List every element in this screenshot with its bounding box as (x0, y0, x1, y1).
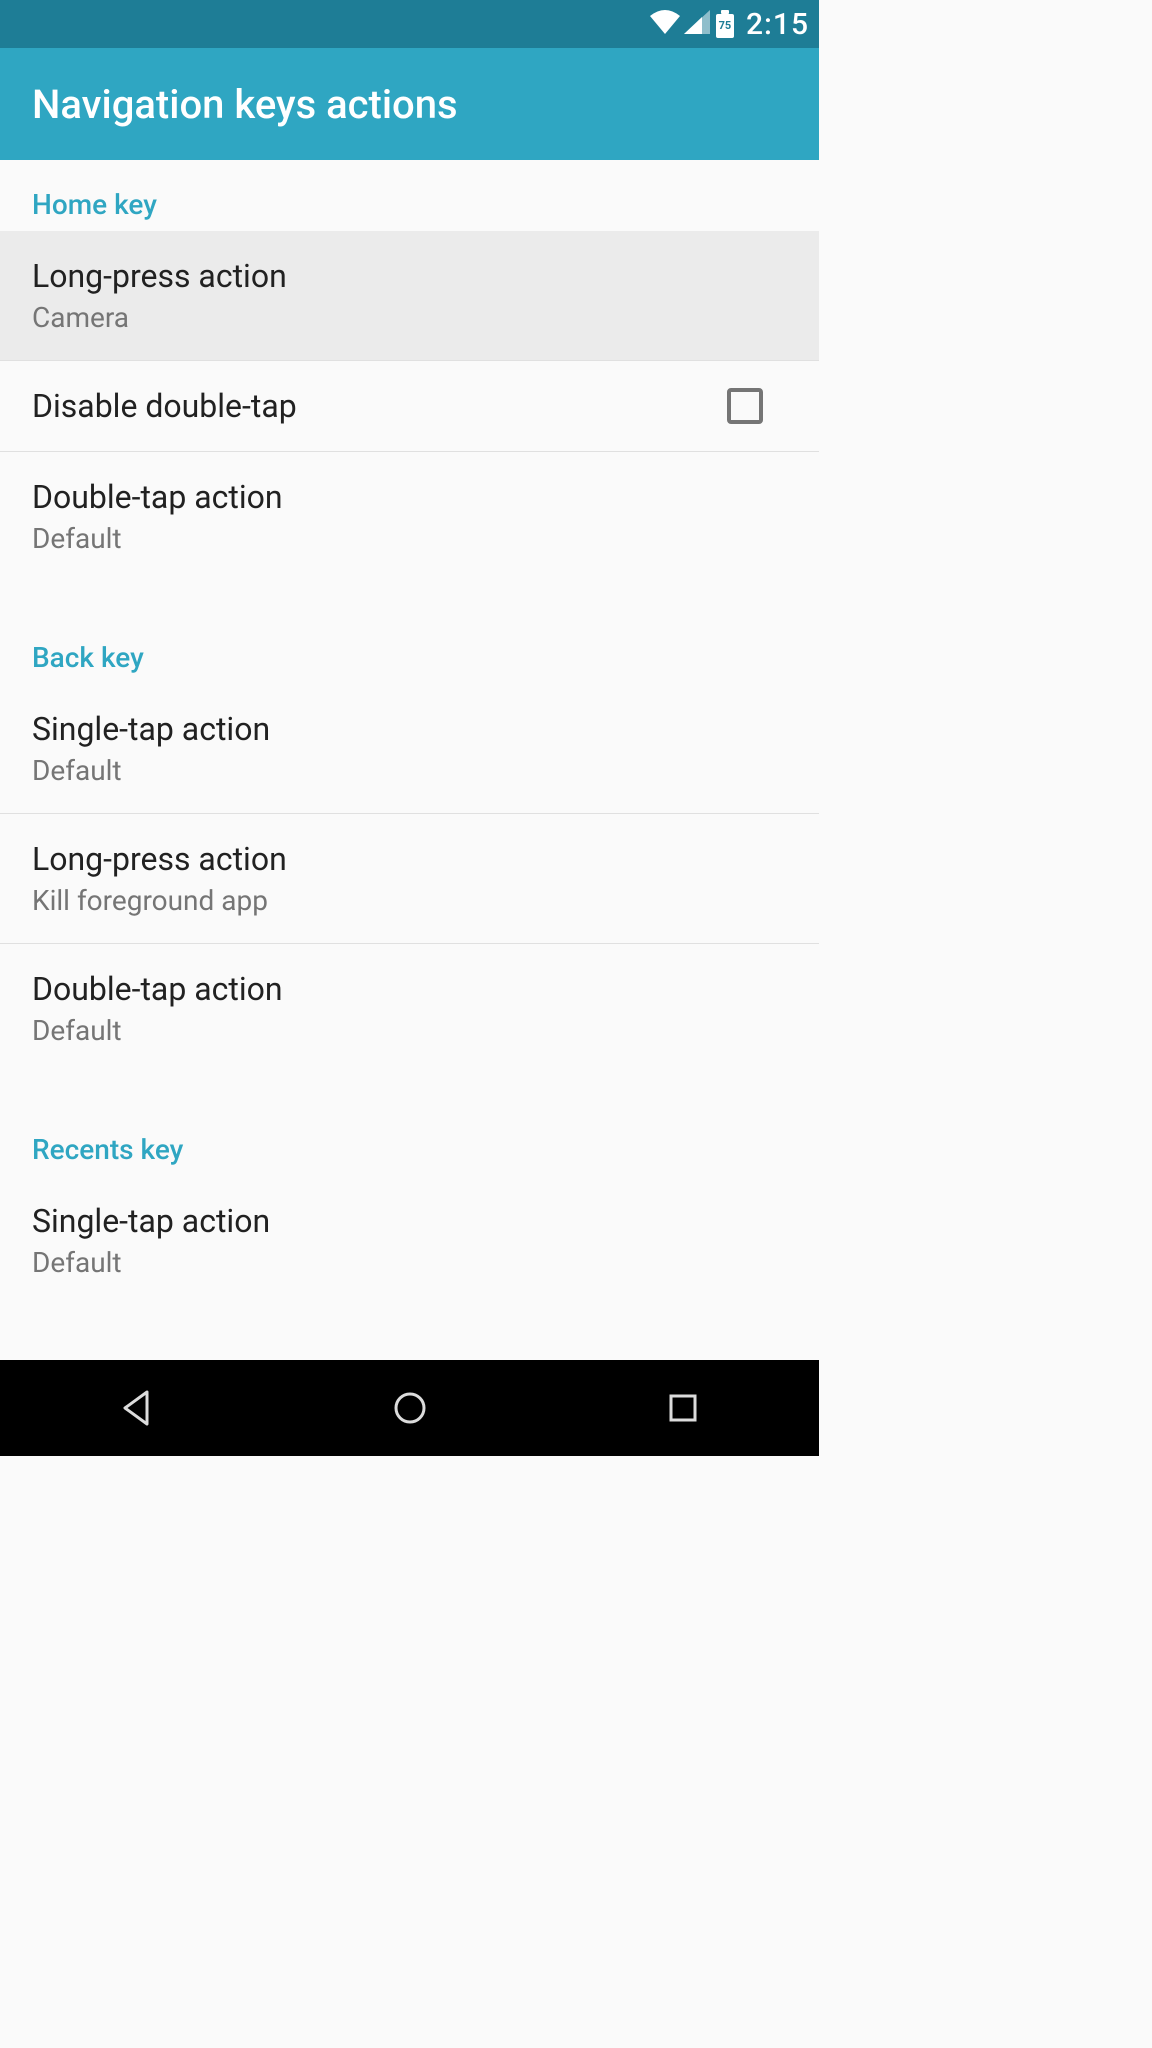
home-disable-doubletap-row[interactable]: Disable double-tap (0, 361, 819, 452)
back-longpress-value: Kill foreground app (32, 884, 287, 917)
status-time: 2:15 (746, 7, 809, 42)
back-doubletap-value: Default (32, 1014, 283, 1047)
nav-home-button[interactable] (386, 1384, 434, 1432)
section-header-back: Back key (0, 613, 819, 684)
home-longpress-value: Camera (32, 301, 287, 334)
app-bar: Navigation keys actions (0, 48, 819, 160)
home-longpress-title: Long-press action (32, 257, 287, 295)
back-singletap-row[interactable]: Single-tap action Default (0, 684, 819, 814)
recents-singletap-row[interactable]: Single-tap action Default (0, 1176, 819, 1305)
status-bar: 75 2:15 (0, 0, 819, 48)
cell-icon (684, 10, 710, 38)
section-header-home: Home key (0, 160, 819, 231)
battery-icon: 75 (714, 10, 736, 38)
home-doubletap-row[interactable]: Double-tap action Default (0, 452, 819, 581)
back-singletap-title: Single-tap action (32, 710, 270, 748)
recents-singletap-value: Default (32, 1246, 270, 1279)
home-longpress-row[interactable]: Long-press action Camera (0, 231, 819, 361)
nav-back-button[interactable] (113, 1384, 161, 1432)
back-doubletap-title: Double-tap action (32, 970, 283, 1008)
back-longpress-row[interactable]: Long-press action Kill foreground app (0, 814, 819, 944)
home-doubletap-value: Default (32, 522, 283, 555)
section-header-recents: Recents key (0, 1105, 819, 1176)
status-icons: 75 2:15 (650, 7, 809, 42)
home-disable-doubletap-title: Disable double-tap (32, 387, 297, 425)
nav-recents-button[interactable] (659, 1384, 707, 1432)
page-title: Navigation keys actions (32, 81, 458, 128)
battery-level: 75 (714, 19, 736, 32)
home-disable-doubletap-checkbox[interactable] (727, 388, 763, 424)
back-doubletap-row[interactable]: Double-tap action Default (0, 944, 819, 1073)
wifi-icon (650, 10, 680, 38)
nav-bar (0, 1360, 819, 1456)
back-singletap-value: Default (32, 754, 270, 787)
home-doubletap-title: Double-tap action (32, 478, 283, 516)
settings-list: Home key Long-press action Camera Disabl… (0, 160, 819, 1305)
recents-singletap-title: Single-tap action (32, 1202, 270, 1240)
back-longpress-title: Long-press action (32, 840, 287, 878)
